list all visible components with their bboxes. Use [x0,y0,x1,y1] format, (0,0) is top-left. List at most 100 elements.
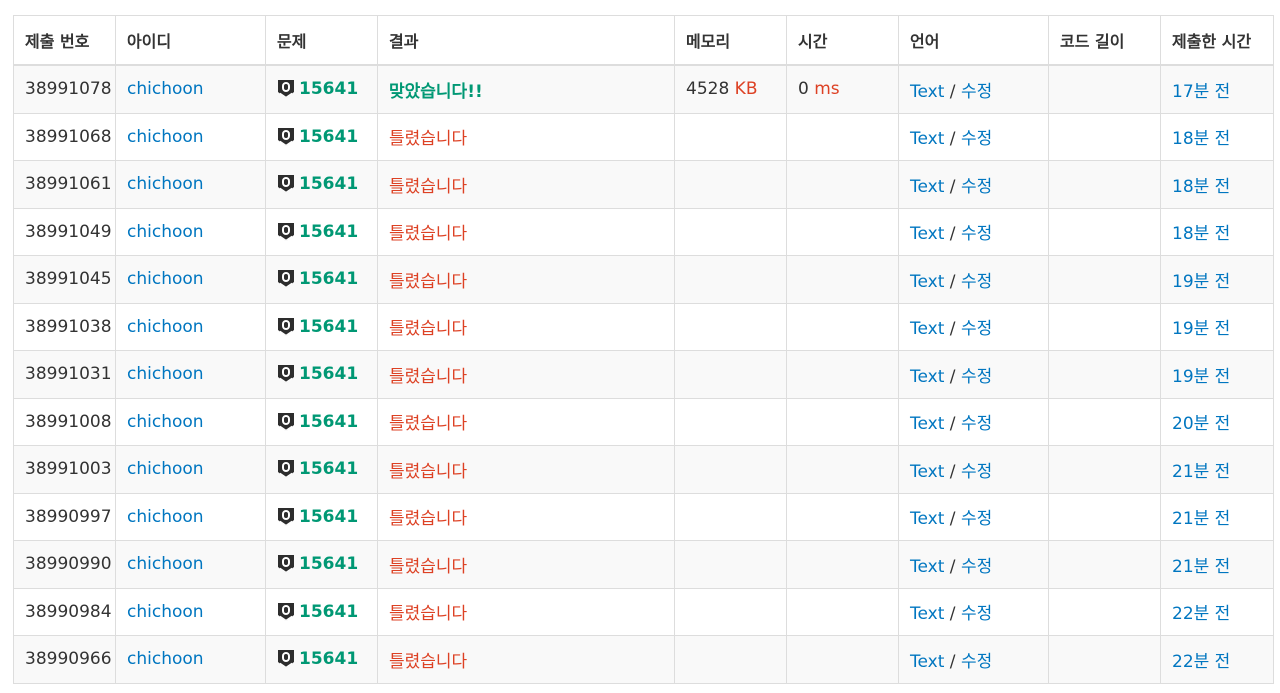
problem-link[interactable]: 15641 [299,412,358,432]
language-link[interactable]: Text [910,129,944,149]
problem-link[interactable]: 15641 [299,269,358,289]
edit-link[interactable]: 수정 [961,367,992,387]
submitted-time-link[interactable]: 19분 전 [1172,319,1230,339]
problem-link-group[interactable]: 15641 [277,554,366,574]
problem-link[interactable]: 15641 [299,222,358,242]
edit-link[interactable]: 수정 [961,177,992,197]
user-link[interactable]: chichoon [127,269,204,289]
edit-link[interactable]: 수정 [961,319,992,339]
submitted-time-link[interactable]: 20분 전 [1172,414,1230,434]
language-link[interactable]: Text [910,367,944,387]
language-link[interactable]: Text [910,509,944,529]
problem-link[interactable]: 15641 [299,174,358,194]
memory-cell [674,635,787,684]
submitted-time-link[interactable]: 17분 전 [1172,82,1230,102]
user-link[interactable]: chichoon [127,649,204,669]
language-separator: / [949,224,956,245]
user-link[interactable]: chichoon [127,412,204,432]
language-link[interactable]: Text [910,414,944,434]
submitted-time-cell: 21분 전 [1160,492,1274,541]
edit-link[interactable]: 수정 [961,129,992,149]
problem-link[interactable]: 15641 [299,602,358,622]
user-link[interactable]: chichoon [127,79,204,99]
problem-link[interactable]: 15641 [299,127,358,147]
edit-link[interactable]: 수정 [961,82,992,102]
language-link[interactable]: Text [910,82,944,102]
submitted-time-link[interactable]: 21분 전 [1172,462,1230,482]
language-link[interactable]: Text [910,604,944,624]
problem-link[interactable]: 15641 [299,459,358,479]
language-link[interactable]: Text [910,272,944,292]
memory-cell [674,112,787,161]
time-unit: ms [814,79,840,100]
result-cell: 틀렸습니다 [377,492,675,541]
submitted-time-link[interactable]: 19분 전 [1172,272,1230,292]
user-link[interactable]: chichoon [127,222,204,242]
language-link[interactable]: Text [910,177,944,197]
language-separator: / [949,319,956,340]
problem-cell: 15641 [265,112,378,161]
result-text: 틀렸습니다 [389,556,468,577]
language-cell: Text / 수정 [898,350,1049,399]
table-row: 38991038 chichoon 15641 틀렸습니다 Text / 수정 … [13,302,1274,351]
submitted-time-link[interactable]: 21분 전 [1172,509,1230,529]
submitted-time-link[interactable]: 18분 전 [1172,129,1230,149]
problem-link-group[interactable]: 15641 [277,269,366,289]
problem-link[interactable]: 15641 [299,554,358,574]
submitted-time-link[interactable]: 18분 전 [1172,177,1230,197]
problem-link-group[interactable]: 15641 [277,507,366,527]
submission-id: 38991038 [13,302,116,351]
submitted-time-link[interactable]: 21분 전 [1172,557,1230,577]
header-code-length: 코드 길이 [1048,15,1161,66]
problem-link-group[interactable]: 15641 [277,174,366,194]
unrated-tier-icon [278,80,294,99]
user-link[interactable]: chichoon [127,317,204,337]
result-cell: 틀렸습니다 [377,445,675,494]
problem-link[interactable]: 15641 [299,649,358,669]
problem-link-group[interactable]: 15641 [277,317,366,337]
edit-link[interactable]: 수정 [961,462,992,482]
language-cell: Text / 수정 [898,112,1049,161]
language-cell: Text / 수정 [898,587,1049,636]
problem-link[interactable]: 15641 [299,507,358,527]
problem-link-group[interactable]: 15641 [277,602,366,622]
edit-link[interactable]: 수정 [961,557,992,577]
problem-link-group[interactable]: 15641 [277,222,366,242]
edit-link[interactable]: 수정 [961,414,992,434]
submitted-time-cell: 21분 전 [1160,445,1274,494]
problem-link[interactable]: 15641 [299,79,358,99]
problem-link-group[interactable]: 15641 [277,79,366,99]
submitted-time-link[interactable]: 22분 전 [1172,652,1230,672]
submitted-time-link[interactable]: 22분 전 [1172,604,1230,624]
problem-link[interactable]: 15641 [299,364,358,384]
code-length-cell [1048,207,1161,256]
edit-link[interactable]: 수정 [961,224,992,244]
user-id-cell: chichoon [115,587,266,636]
edit-link[interactable]: 수정 [961,509,992,529]
language-link[interactable]: Text [910,319,944,339]
problem-link-group[interactable]: 15641 [277,127,366,147]
user-link[interactable]: chichoon [127,364,204,384]
problem-link-group[interactable]: 15641 [277,364,366,384]
submitted-time-link[interactable]: 19분 전 [1172,367,1230,387]
user-link[interactable]: chichoon [127,127,204,147]
language-link[interactable]: Text [910,224,944,244]
language-cell: Text / 수정 [898,302,1049,351]
problem-cell: 15641 [265,540,378,589]
edit-link[interactable]: 수정 [961,272,992,292]
user-link[interactable]: chichoon [127,602,204,622]
user-link[interactable]: chichoon [127,174,204,194]
user-link[interactable]: chichoon [127,554,204,574]
user-link[interactable]: chichoon [127,459,204,479]
problem-link-group[interactable]: 15641 [277,649,366,669]
language-link[interactable]: Text [910,652,944,672]
language-link[interactable]: Text [910,557,944,577]
edit-link[interactable]: 수정 [961,604,992,624]
problem-link[interactable]: 15641 [299,317,358,337]
problem-link-group[interactable]: 15641 [277,412,366,432]
edit-link[interactable]: 수정 [961,652,992,672]
submitted-time-link[interactable]: 18분 전 [1172,224,1230,244]
user-link[interactable]: chichoon [127,507,204,527]
problem-link-group[interactable]: 15641 [277,459,366,479]
language-link[interactable]: Text [910,462,944,482]
